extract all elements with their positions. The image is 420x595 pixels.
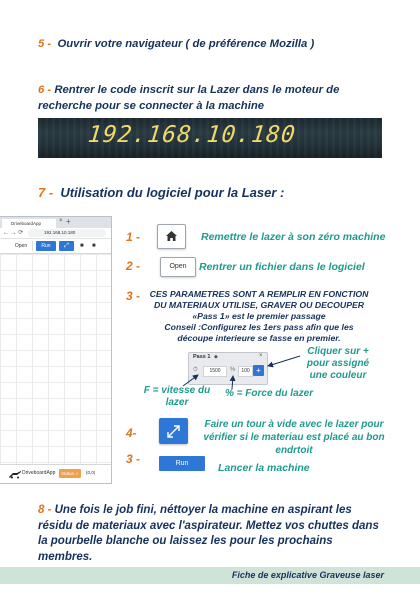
app-footer: DriveboardApp Status ✓ (0,0) xyxy=(0,464,111,483)
home-button[interactable] xyxy=(157,224,186,249)
step-7-number: 7 - xyxy=(38,185,54,200)
footer-band: Fiche de explicative Graveuse laser xyxy=(0,567,420,584)
work-area-grid xyxy=(0,254,111,464)
open-button[interactable]: Open xyxy=(160,257,196,277)
step-5-text: Ouvrir votre navigateur ( de préférence … xyxy=(57,38,315,50)
run-description: Lancer la machine xyxy=(218,462,310,474)
run-button[interactable]: Run xyxy=(159,456,205,471)
step-7: 7 - Utilisation du logiciel pour la Lase… xyxy=(38,185,284,200)
pass-close-icon[interactable]: × xyxy=(259,353,263,359)
home-icon xyxy=(166,231,177,241)
parameters-note: CES PARAMETRES SONT A REMPLIR EN FONCTIO… xyxy=(146,289,372,344)
parameters-line: DU MATERIAUX UTILISE, GRAVER OU DECOUPER xyxy=(153,300,365,310)
parameters-line: Conseil :Configurez les 1ers pass afin q… xyxy=(164,322,354,332)
app-name: DriveboardApp xyxy=(22,470,56,476)
pause-icon[interactable]: ■ xyxy=(92,241,96,251)
speed-description: F = vitesse du lazer xyxy=(143,385,211,408)
parameters-line: découpe interieure se fasse en premier. xyxy=(177,333,341,343)
speed-icon: ⏱ xyxy=(193,367,198,373)
toolbar-frame-button[interactable]: ⤢ xyxy=(59,241,74,251)
status-badge[interactable]: Status ✓ xyxy=(59,469,81,478)
frame-description: Faire un tour à vide avec le lazer pour … xyxy=(203,419,385,456)
pass-1-panel: Pass 1 ◆ × ⏱ 1500 % 100 + xyxy=(188,352,268,385)
instruction-2-number: 2 - xyxy=(126,259,141,273)
power-description: % = Force du lazer xyxy=(225,388,314,399)
step-5-number: 5 - xyxy=(38,38,52,50)
url-field[interactable]: 192.168.10.180 xyxy=(28,229,106,237)
ip-address-photo: 192.168.10.180 xyxy=(38,118,382,158)
app-toolbar: Open Run ⤢ ■ ■ xyxy=(0,239,111,254)
pass-label: Pass 1 xyxy=(193,354,211,360)
add-color-description: Cliquer sur + pour assigné une couleur xyxy=(306,346,370,381)
step-8: 8 - Une fois le job fini, néttoyer la ma… xyxy=(38,503,388,565)
laser-logo-icon xyxy=(9,471,21,479)
parameters-line: CES PARAMETRES SONT A REMPLIR EN FONCTIO… xyxy=(149,289,369,299)
instruction-3-number: 3 - xyxy=(126,289,141,303)
nav-arrows-icon[interactable]: ← → ⟳ xyxy=(3,229,23,236)
step-7-text: Utilisation du logiciel pour la Laser : xyxy=(60,185,285,200)
instruction-1-number: 1 - xyxy=(126,230,141,244)
browser-tab[interactable]: DriveboardApp xyxy=(2,219,56,228)
pass-collapse-icon[interactable]: ◆ xyxy=(214,354,218,360)
toolbar-run-button[interactable]: Run xyxy=(36,241,56,251)
parameters-line: «Pass 1» est le premier passage xyxy=(192,311,326,321)
footer-title: Fiche de explicative Graveuse laser xyxy=(231,570,384,580)
position-readout: (0,0) xyxy=(86,470,96,475)
step-8-number: 8 - xyxy=(38,504,52,516)
toolbar-open-button[interactable]: Open xyxy=(10,241,33,251)
speed-input[interactable]: 1500 xyxy=(203,366,227,377)
stop-icon[interactable]: ■ xyxy=(80,241,84,251)
step-5: 5 - Ouvrir votre navigateur ( de préfére… xyxy=(38,38,314,50)
browser-screenshot: DriveboardApp × + ← → ⟳ 192.168.10.180 O… xyxy=(0,216,112,484)
instruction-4-number: 4- xyxy=(126,426,137,440)
power-input[interactable]: 100 xyxy=(238,366,253,377)
step-6-number: 6 - xyxy=(38,84,52,96)
ip-address-text: 192.168.10.180 xyxy=(86,122,298,148)
frame-button[interactable] xyxy=(159,418,188,444)
browser-address-bar: ← → ⟳ 192.168.10.180 xyxy=(0,228,111,239)
expand-icon xyxy=(167,425,180,438)
step-8-text: Une fois le job fini, néttoyer la machin… xyxy=(38,504,379,563)
browser-tab-bar: DriveboardApp × + xyxy=(0,217,111,228)
home-description: Remettre le lazer à son zéro machine xyxy=(201,231,386,243)
new-tab-icon[interactable]: + xyxy=(66,217,71,226)
instruction-5-number: 3 - xyxy=(126,452,141,466)
arrow-to-add xyxy=(267,355,301,368)
step-6: 6 - Rentrer le code inscrit sur la Lazer… xyxy=(38,82,388,114)
step-6-text: Rentrer le code inscrit sur la Lazer dan… xyxy=(38,84,340,112)
tab-close-icon[interactable]: × xyxy=(59,218,63,224)
power-icon: % xyxy=(230,367,236,373)
open-description: Rentrer un fichier dans le logiciel xyxy=(199,261,365,273)
browser-tab-title: DriveboardApp xyxy=(11,221,42,226)
add-color-button[interactable]: + xyxy=(253,365,264,376)
